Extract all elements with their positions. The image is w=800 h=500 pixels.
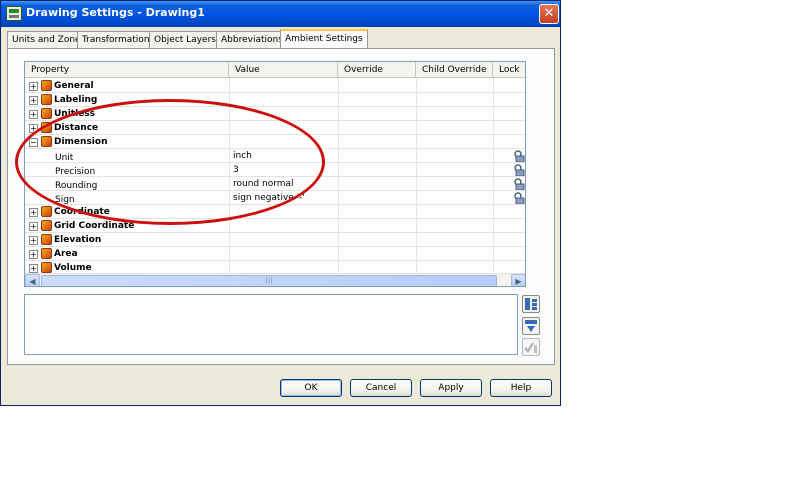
expander-toggle[interactable]: + — [29, 110, 38, 119]
tab-transformation[interactable]: Transformation — [77, 31, 155, 48]
category-icon — [41, 80, 52, 91]
horizontal-scroll-thumb[interactable]: ||| — [41, 275, 497, 286]
lock-icon[interactable] — [513, 164, 525, 176]
column-header-property[interactable]: Property — [25, 62, 229, 78]
cancel-button[interactable]: Cancel — [350, 379, 412, 397]
category-row[interactable]: + Area — [25, 247, 525, 261]
category-row[interactable]: − Dimension — [25, 135, 525, 149]
expander-toggle[interactable]: − — [29, 138, 38, 147]
category-row[interactable]: + General — [25, 79, 525, 93]
lock-icon[interactable] — [513, 178, 525, 190]
property-value[interactable]: round normal — [233, 177, 294, 191]
category-row[interactable]: + Labeling — [25, 93, 525, 107]
expander-toggle[interactable]: + — [29, 82, 38, 91]
horizontal-scrollbar[interactable]: ◀ ||| ▶ — [25, 273, 525, 286]
property-value[interactable]: inch — [233, 149, 252, 163]
category-label: Volume — [54, 263, 92, 273]
expander-toggle[interactable]: + — [29, 250, 38, 259]
expander-toggle[interactable]: + — [29, 264, 38, 273]
drawing-settings-icon — [6, 6, 22, 21]
property-value[interactable]: 3 — [233, 163, 239, 177]
expander-toggle[interactable]: + — [29, 208, 38, 217]
property-row[interactable]: Sign sign negative '-' — [25, 191, 525, 205]
category-row[interactable]: + Distance — [25, 121, 525, 135]
check-edit-icon — [524, 342, 537, 353]
description-pane — [24, 294, 518, 355]
lock-icon[interactable] — [513, 150, 525, 162]
window-title: Drawing Settings - Drawing1 — [26, 6, 205, 19]
tab-abbreviations[interactable]: Abbreviations — [216, 31, 288, 48]
title-bar[interactable]: Drawing Settings - Drawing1 ✕ — [1, 1, 560, 27]
category-row[interactable]: + Grid Coordinate — [25, 219, 525, 233]
category-row[interactable]: + Elevation — [25, 233, 525, 247]
property-grid: Property Value Override Child Override L… — [24, 61, 526, 287]
check-edit-button[interactable] — [522, 338, 540, 356]
column-header-child-override[interactable]: Child Override — [416, 62, 493, 78]
expand-all-button[interactable] — [522, 295, 540, 313]
ambient-settings-panel: Property Value Override Child Override L… — [7, 48, 555, 365]
category-icon — [41, 206, 52, 217]
collapse-all-icon — [525, 320, 537, 332]
property-row[interactable]: Rounding round normal — [25, 177, 525, 191]
tab-object-layers[interactable]: Object Layers — [149, 31, 221, 48]
ok-button[interactable]: OK — [280, 379, 342, 397]
grid-header: Property Value Override Child Override L… — [25, 62, 525, 78]
category-row[interactable]: + Coordinate — [25, 205, 525, 219]
category-icon — [41, 248, 52, 259]
category-label: Unitless — [54, 109, 96, 119]
scroll-right-button[interactable]: ▶ — [511, 274, 525, 286]
help-button[interactable]: Help — [490, 379, 552, 397]
category-label: Labeling — [54, 95, 98, 105]
category-icon — [41, 220, 52, 231]
tab-units-and-zone[interactable]: Units and Zone — [7, 31, 86, 48]
column-header-value[interactable]: Value — [229, 62, 338, 78]
column-header-lock[interactable]: Lock — [493, 62, 525, 78]
expander-toggle[interactable]: + — [29, 124, 38, 133]
close-icon: ✕ — [543, 6, 555, 21]
category-icon — [41, 262, 52, 273]
category-label: General — [54, 81, 94, 91]
category-label: Elevation — [54, 235, 102, 245]
category-row[interactable]: + Unitless — [25, 107, 525, 121]
apply-button[interactable]: Apply — [420, 379, 482, 397]
category-icon — [41, 94, 52, 105]
drawing-settings-dialog: Drawing Settings - Drawing1 ✕ Units and … — [0, 0, 561, 406]
expand-all-icon — [525, 298, 537, 310]
expander-toggle[interactable]: + — [29, 236, 38, 245]
category-label: Grid Coordinate — [54, 221, 135, 231]
category-icon — [41, 234, 52, 245]
lock-icon[interactable] — [513, 192, 525, 204]
close-button[interactable]: ✕ — [539, 4, 559, 24]
category-icon — [41, 122, 52, 133]
column-header-override[interactable]: Override — [338, 62, 416, 78]
property-value[interactable]: sign negative '-' — [233, 191, 305, 205]
expander-toggle[interactable]: + — [29, 222, 38, 231]
category-icon — [41, 108, 52, 119]
category-label: Dimension — [54, 137, 108, 147]
property-row[interactable]: Unit inch — [25, 149, 525, 163]
expander-toggle[interactable]: + — [29, 96, 38, 105]
tab-ambient-settings[interactable]: Ambient Settings — [280, 29, 368, 49]
property-row[interactable]: Precision 3 — [25, 163, 525, 177]
category-label: Coordinate — [54, 207, 110, 217]
category-icon — [41, 136, 52, 147]
category-label: Distance — [54, 123, 99, 133]
collapse-all-button[interactable] — [522, 317, 540, 335]
category-label: Area — [54, 249, 78, 259]
scroll-left-button[interactable]: ◀ — [25, 274, 40, 286]
